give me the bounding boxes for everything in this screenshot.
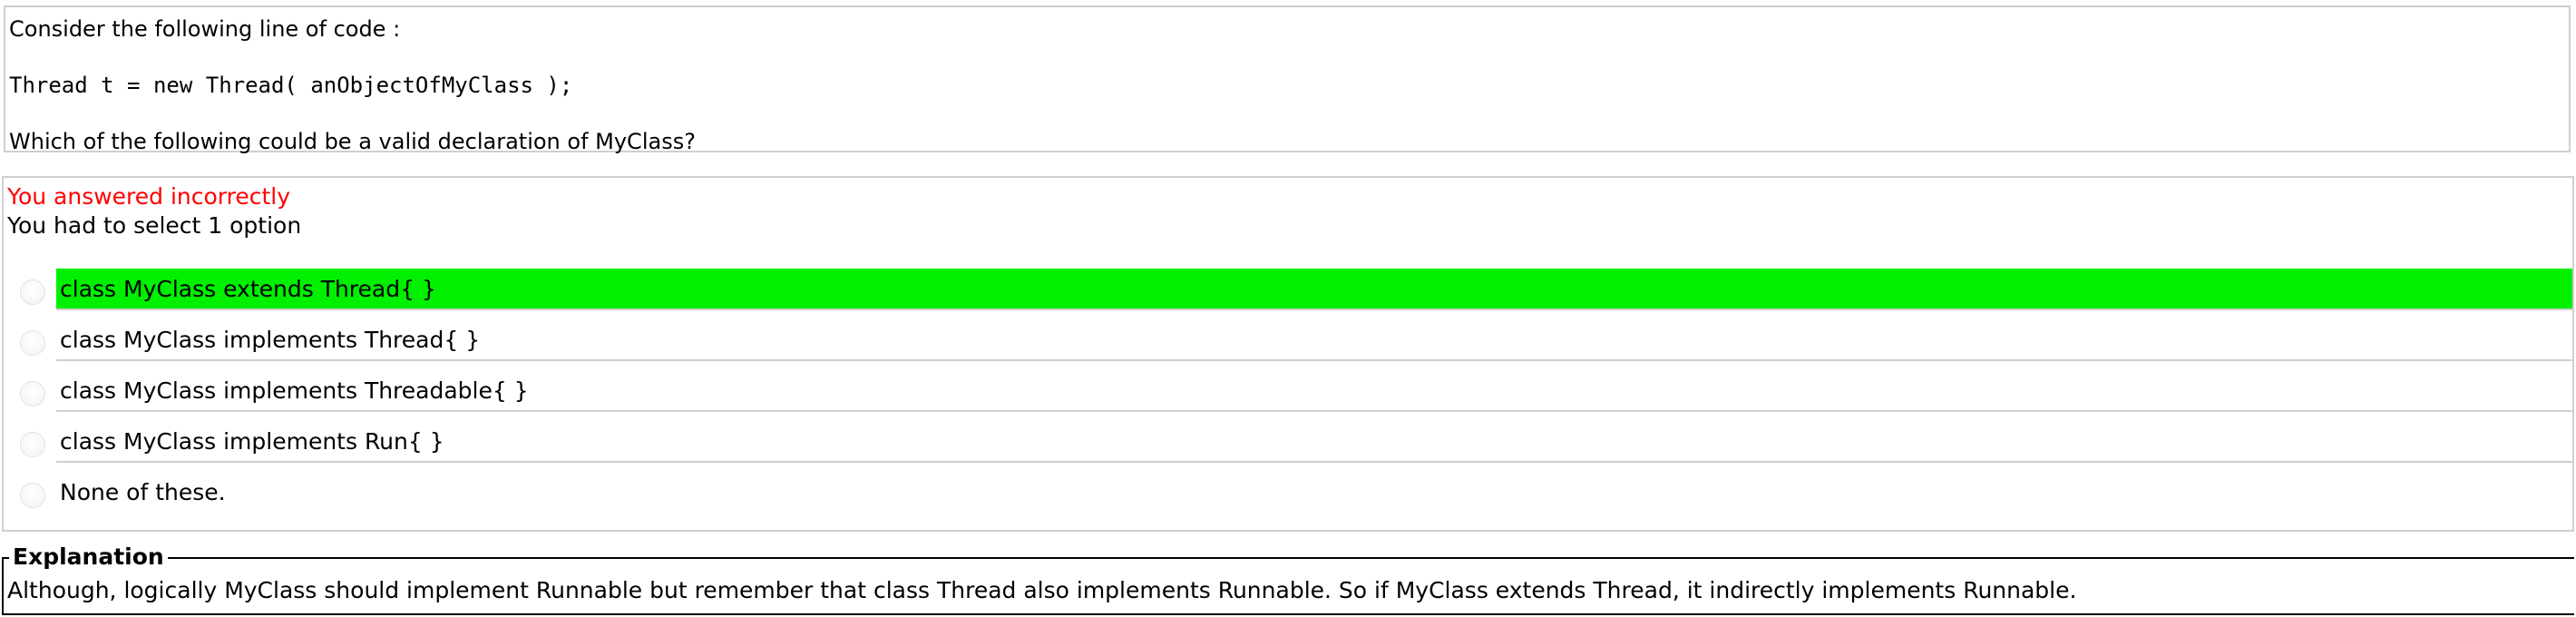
option-label-area: class MyClass implements Run{ } [56, 421, 2572, 463]
answer-panel: You answered incorrectly You had to sele… [2, 176, 2574, 532]
question-prompt: Which of the following could be a valid … [9, 129, 696, 154]
radio-button[interactable] [20, 483, 45, 508]
option-2[interactable]: class MyClass implements Thread{ } [4, 319, 2572, 363]
question-intro: Consider the following line of code : [9, 16, 401, 42]
option-3[interactable]: class MyClass implements Threadable{ } [4, 370, 2572, 414]
option-5[interactable]: None of these. [4, 472, 2572, 515]
question-panel: Consider the following line of code : Th… [4, 5, 2571, 154]
explanation-text: Although, logically MyClass should imple… [7, 577, 2077, 603]
option-label: class MyClass implements Thread{ } [60, 327, 481, 353]
result-status: You answered incorrectly [7, 183, 291, 210]
radio-button[interactable] [20, 432, 45, 457]
question-code: Thread t = new Thread( anObjectOfMyClass… [9, 73, 573, 98]
option-label-area: class MyClass implements Threadable{ } [56, 370, 2572, 412]
radio-button[interactable] [20, 330, 45, 356]
option-label: None of these. [60, 479, 226, 505]
explanation-panel: Explanation Although, logically MyClass … [2, 544, 2574, 615]
option-label-area: class MyClass implements Thread{ } [56, 319, 2572, 361]
option-label: class MyClass implements Run{ } [60, 428, 444, 455]
option-label: class MyClass extends Thread{ } [60, 276, 436, 302]
option-label-area: class MyClass extends Thread{ } [56, 269, 2572, 310]
option-1[interactable]: class MyClass extends Thread{ } [4, 269, 2572, 312]
option-4[interactable]: class MyClass implements Run{ } [4, 421, 2572, 465]
quiz-page: Consider the following line of code : Th… [0, 0, 2576, 617]
radio-button[interactable] [20, 381, 45, 406]
option-label-area: None of these. [56, 472, 2572, 512]
radio-button[interactable] [20, 279, 45, 305]
result-instruction: You had to select 1 option [7, 212, 302, 239]
explanation-legend: Explanation [9, 544, 168, 570]
option-label: class MyClass implements Threadable{ } [60, 377, 529, 404]
